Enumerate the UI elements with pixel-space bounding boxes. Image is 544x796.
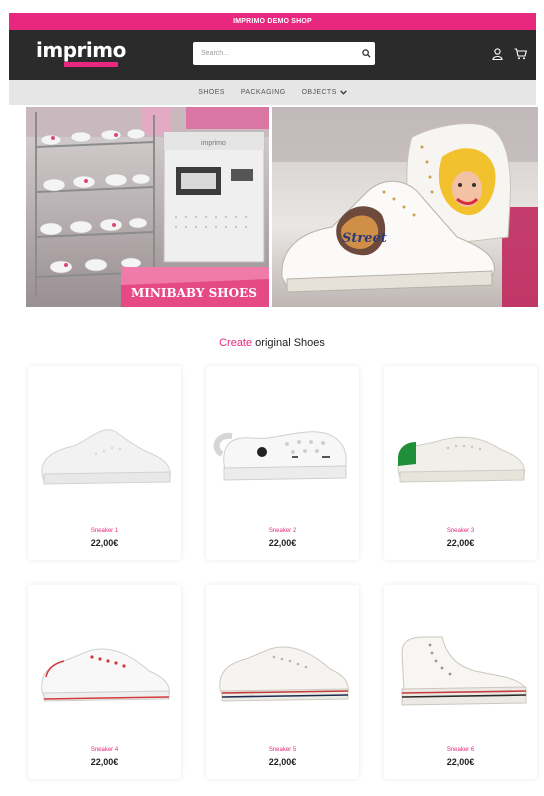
logo-tagline-bar <box>64 62 118 67</box>
main-nav: SHOES PACKAGING OBJECTS <box>9 80 536 105</box>
poster-caption: MINIBABY SHOES <box>131 286 257 300</box>
product-name[interactable]: Sneaker 1 <box>28 528 181 534</box>
nav-item-objects[interactable]: OBJECTS <box>302 89 347 96</box>
product-price: 22,00€ <box>268 757 297 767</box>
sneaker-image <box>41 648 170 702</box>
promo-text: IMPRIMO DEMO SHOP <box>233 18 312 25</box>
product-card[interactable]: Sneaker 3 22,00€ <box>384 366 537 560</box>
hero-banner: imprimo MINIBABY SHOES Street <box>26 107 538 307</box>
hero-image-printer: imprimo MINIBABY SHOES <box>26 107 269 307</box>
nav-item-packaging[interactable]: PACKAGING <box>241 89 286 96</box>
cart-icon[interactable] <box>514 48 527 60</box>
product-price: 22,00€ <box>90 757 119 767</box>
product-card[interactable]: Sneaker 5 22,00€ <box>206 585 359 779</box>
product-card[interactable]: Sneaker 2 22,00€ <box>206 366 359 560</box>
search-bar <box>193 42 375 65</box>
section-title-accent: Create <box>219 337 253 349</box>
user-icon[interactable] <box>492 48 503 60</box>
chevron-down-icon <box>339 90 347 95</box>
product-name[interactable]: Sneaker 3 <box>384 528 537 534</box>
search-input[interactable] <box>193 42 357 65</box>
nav-item-shoes[interactable]: SHOES <box>198 89 225 96</box>
product-price: 22,00€ <box>90 538 119 548</box>
high-top-sneaker-image <box>401 636 527 706</box>
logo-word: imprimo <box>36 38 126 62</box>
hero-image-sneakers: Street <box>272 107 538 307</box>
sneaker-image <box>397 436 526 483</box>
product-card[interactable]: Sneaker 1 22,00€ <box>28 366 181 560</box>
product-card[interactable]: Sneaker 6 22,00€ <box>384 585 537 779</box>
product-price: 22,00€ <box>446 757 475 767</box>
section-title: Create original Shoes <box>0 337 544 349</box>
header-actions <box>492 48 527 60</box>
sneaker-image <box>219 646 349 702</box>
section-title-rest: original Shoes <box>252 337 325 349</box>
promo-bar: IMPRIMO DEMO SHOP <box>9 13 536 30</box>
nav-label-shoes: SHOES <box>198 89 225 96</box>
machine-brand-label: imprimo <box>201 140 226 147</box>
product-name[interactable]: Sneaker 4 <box>28 747 181 753</box>
nav-label-packaging: PACKAGING <box>240 89 286 96</box>
clog-image <box>213 431 347 481</box>
nav-label-objects: OBJECTS <box>301 89 337 96</box>
product-card[interactable]: Sneaker 4 22,00€ <box>28 585 181 779</box>
site-header: imprimo <box>9 30 536 80</box>
site-logo[interactable]: imprimo <box>36 39 126 67</box>
sneaker-image <box>41 429 171 485</box>
product-price: 22,00€ <box>268 538 297 548</box>
product-price: 22,00€ <box>446 538 475 548</box>
search-icon[interactable] <box>357 49 375 58</box>
product-name[interactable]: Sneaker 2 <box>206 528 359 534</box>
product-name[interactable]: Sneaker 6 <box>384 747 537 753</box>
shoe-art-text: Street <box>342 231 387 246</box>
product-name[interactable]: Sneaker 5 <box>206 747 359 753</box>
